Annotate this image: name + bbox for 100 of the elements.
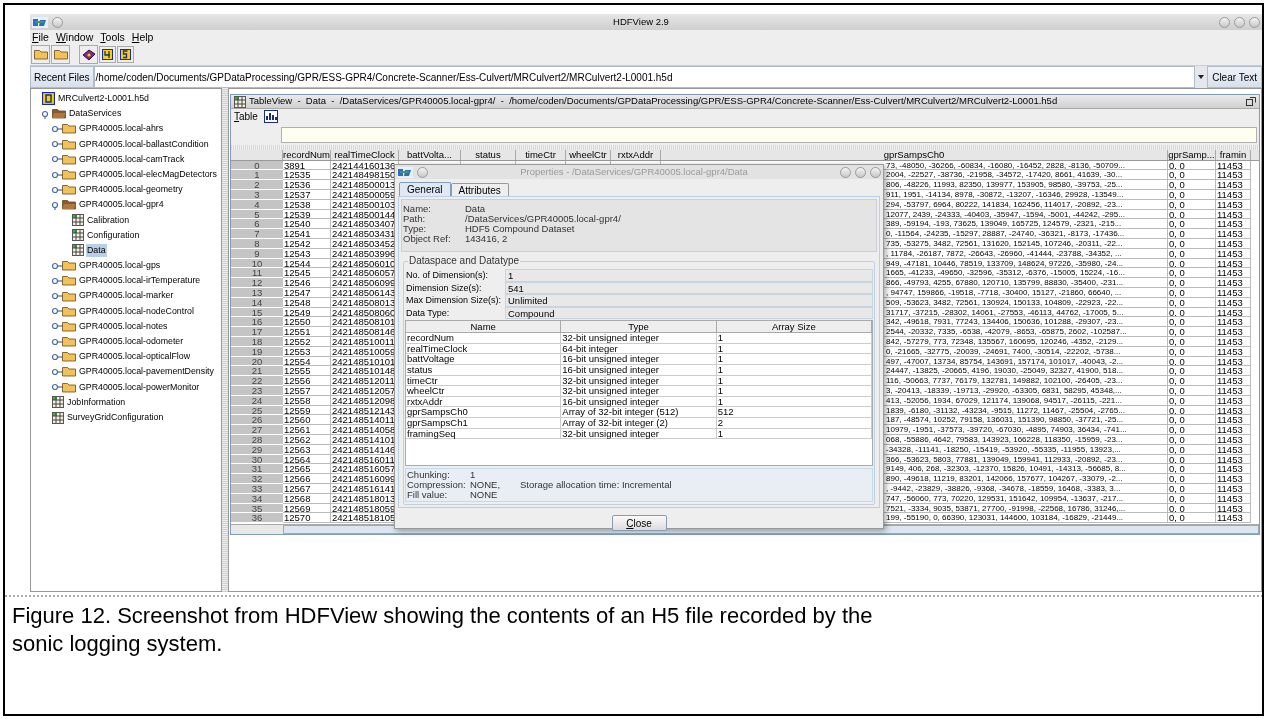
column-header[interactable]: status (461, 149, 516, 160)
table-cell: 0, 0 (1168, 444, 1185, 454)
column-header[interactable]: Name (406, 321, 562, 333)
folder-icon (62, 381, 76, 393)
help-book-icon[interactable] (79, 45, 98, 64)
table-cell: 11453 (1216, 385, 1243, 395)
table-cell: 11453 (1216, 425, 1243, 434)
row-number: 9 (231, 248, 283, 259)
tree-item[interactable]: Data (86, 243, 107, 258)
table-cell: 0, 0 (1168, 513, 1185, 523)
tree-item[interactable]: GPR40005.local-gpr4 (78, 198, 165, 212)
hdf4-icon[interactable] (99, 46, 116, 63)
table-cell: 11453 (1216, 209, 1243, 219)
table-cell: 11453 (1216, 513, 1243, 523)
collapsed-handle-icon[interactable] (50, 154, 63, 165)
table-cell: 11453 (1216, 278, 1243, 287)
collapsed-handle-icon[interactable] (50, 275, 63, 286)
menu-item[interactable]: Tools (100, 31, 125, 43)
tree-item[interactable]: GPR40005.local-powerMonitor (78, 380, 201, 394)
collapsed-handle-icon[interactable] (50, 139, 63, 150)
table-cell: 0, 0 (1168, 336, 1185, 346)
collapsed-handle-icon[interactable] (50, 366, 63, 377)
tree-item[interactable]: GPR40005.local-ballastCondition (78, 137, 210, 151)
tree-item[interactable]: GPR40005.local-gps (78, 259, 162, 273)
new-folder-icon[interactable] (51, 45, 70, 64)
tree-item[interactable]: GPR40005.local-geometry (78, 183, 184, 197)
table-cell: 2544, -20332, 7335, -6538, -42079, -8653, -65875, 2602, -102587... (886, 327, 1127, 336)
tree-item[interactable]: GPR40005.local-pavementDensity (78, 365, 215, 379)
collapsed-handle-icon[interactable] (50, 169, 63, 180)
table-cell: 949, -47181, 10446, 78519, 133709, 148624, 97226, -35980, -24... (886, 258, 1124, 268)
open-folder-icon[interactable] (31, 45, 50, 64)
collapsed-handle-icon[interactable] (50, 306, 63, 317)
tree-item[interactable]: GPR40005.local-odometer (78, 335, 185, 349)
tree-item[interactable]: DataServices (68, 107, 123, 121)
table-cell: 11453 (1216, 346, 1243, 356)
collapsed-handle-icon[interactable] (50, 321, 63, 332)
table-menu[interactable]: Table (234, 109, 258, 125)
menu-item[interactable]: Help (131, 31, 154, 43)
recent-files-button[interactable]: Recent Files (30, 66, 94, 88)
info-label: Path: (403, 214, 427, 225)
table-cell: 1 (716, 354, 872, 365)
column-header[interactable]: Type (561, 321, 717, 333)
column-header[interactable]: recordNum (283, 149, 331, 160)
recent-files-field[interactable]: /home/coden/Documents/GPDataProcessing/GPR/ESS-GPR4/Concrete-Scanner/Ess-Culvert/MRCulvert2/MRCulvert2-L0001.h5d (93, 66, 1196, 88)
column-header[interactable]: gprSampsCh0 (661, 149, 1168, 160)
tab[interactable]: Attributes (450, 183, 509, 197)
tree-item[interactable]: GPR40005.local-camTrack (78, 152, 186, 166)
close-button[interactable]: Close (611, 515, 667, 532)
folder-icon (62, 305, 76, 317)
column-header[interactable]: wheelCtr (566, 149, 611, 160)
tree-item[interactable]: GPR40005.local-nodeControl (78, 304, 195, 318)
tree-item[interactable]: GPR40005.local-ahrs (78, 122, 165, 136)
collapsed-handle-icon[interactable] (50, 123, 63, 134)
clear-text-button[interactable]: Clear Text (1207, 66, 1262, 88)
info-label: Type: (403, 224, 427, 235)
collapsed-handle-icon[interactable] (50, 291, 63, 302)
folder-icon (62, 366, 76, 378)
tree-item[interactable]: MRCulvert2-L0001.h5d (57, 92, 150, 106)
menu-item[interactable]: File (32, 31, 49, 43)
column-header[interactable]: framin (1216, 149, 1251, 160)
table-cell: 12535 (283, 170, 311, 180)
tree-item[interactable]: Calibration (86, 213, 131, 227)
tree-item[interactable]: GPR40005.local-irTemperature (78, 274, 202, 288)
tree-item[interactable]: GPR40005.local-notes (78, 319, 169, 333)
tree-item[interactable]: JobInformation (66, 395, 127, 409)
column-header[interactable]: realTimeClock (331, 149, 399, 160)
maximize-icon[interactable] (1246, 97, 1256, 106)
tree-item[interactable]: GPR40005.local-elecMagDetectors (78, 167, 218, 182)
table-cell: 0, 0 (1168, 209, 1185, 219)
collapsed-handle-icon[interactable] (50, 184, 63, 195)
column-header[interactable]: gprSamp... (1168, 149, 1216, 160)
table-cell: 12554 (283, 356, 311, 366)
table-cell: 1 (716, 396, 872, 407)
collapsed-handle-icon[interactable] (50, 336, 63, 347)
tab[interactable]: General (399, 182, 451, 197)
collapsed-handle-icon[interactable] (50, 351, 63, 362)
tree-item[interactable]: GPR40005.local-marker (78, 289, 175, 303)
row-number: 28 (231, 434, 283, 445)
table-cell: 242148518013 (331, 493, 396, 503)
tree-item[interactable]: SurveyGridConfiguration (66, 410, 165, 425)
info-value: 143416, 2 (465, 234, 508, 245)
table-cell: 342, -49618, 7931, 77243, 134406, 150636, 101288, -29307, -23... (886, 317, 1124, 327)
tree-item[interactable]: Configuration (86, 228, 141, 242)
table-cell: 11453 (1216, 239, 1243, 248)
chart-icon[interactable] (263, 110, 278, 124)
table-cell: 12569 (283, 503, 311, 513)
folder-icon (62, 184, 76, 196)
collapsed-handle-icon[interactable] (50, 382, 63, 393)
column-header[interactable]: timeCtr (516, 149, 566, 160)
value-field[interactable] (281, 126, 1257, 143)
table-cell: 242148503407 (331, 219, 396, 229)
column-header[interactable]: rxtxAddr (611, 149, 661, 160)
menu-item[interactable]: Window (55, 31, 94, 43)
table-cell: , 11784, -26187, 7872, -26643, -26960, -41444, -23788, -34352, ... (886, 248, 1122, 258)
collapsed-handle-icon[interactable] (50, 260, 63, 271)
tree-item[interactable]: GPR40005.local-opticalFlow (78, 350, 191, 364)
column-header[interactable]: battVolta... (399, 149, 461, 160)
column-header[interactable]: Array Size (716, 321, 872, 333)
hdf5-icon[interactable] (117, 46, 134, 63)
table-cell: 12539 (283, 209, 311, 219)
